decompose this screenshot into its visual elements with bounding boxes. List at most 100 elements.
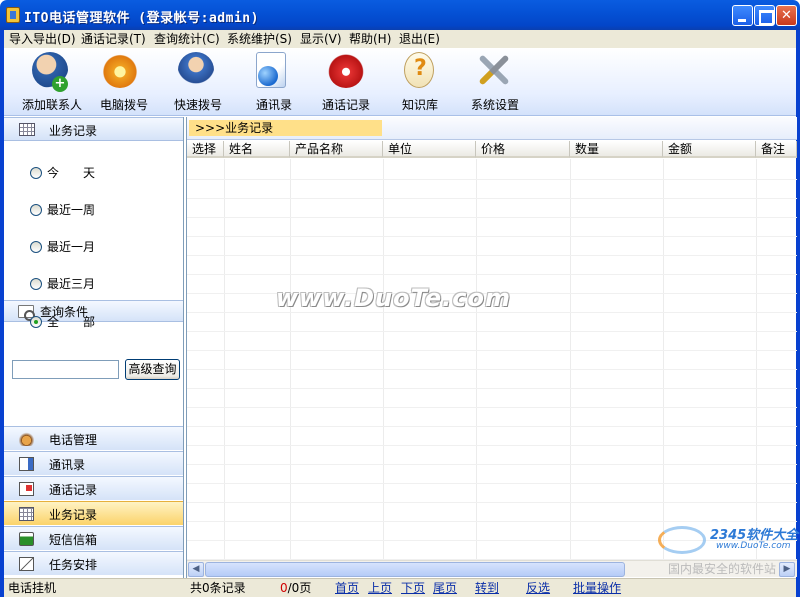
prev-page-link[interactable]: 上页	[368, 580, 392, 596]
column-header-price[interactable]: 价格	[476, 141, 570, 158]
globe-icon	[258, 66, 278, 86]
sidebar-item-label: 通话记录	[49, 483, 98, 497]
table-row-divider	[187, 217, 797, 218]
column-header-unit[interactable]: 单位	[383, 141, 476, 158]
table-row-divider	[187, 255, 797, 256]
settings-label: 系统设置	[471, 98, 520, 112]
menu-help[interactable]: 帮助(H)	[349, 31, 391, 47]
sidebar-item-tasks[interactable]: 任务安排	[4, 551, 183, 575]
table-row-divider	[187, 331, 797, 332]
table-row-divider	[187, 445, 797, 446]
logo-slogan: 国内最安全的软件站	[668, 562, 777, 576]
page-total: /0页	[287, 581, 312, 595]
menu-system[interactable]: 系统维护(S)	[227, 31, 292, 47]
close-button[interactable]	[776, 5, 797, 26]
call-log-label: 通话记录	[322, 98, 371, 112]
batch-operation-link[interactable]: 批量操作	[573, 580, 621, 596]
menu-bar: 导入导出(D) 通话记录(T) 查询统计(C) 系统维护(S) 显示(V) 帮助…	[4, 30, 796, 48]
add-contact-label: 添加联系人	[22, 98, 83, 112]
first-page-link[interactable]: 首页	[335, 580, 359, 596]
pc-dial-label: 电脑拨号	[100, 98, 149, 112]
address-book-icon	[19, 457, 34, 471]
table-row-divider	[187, 369, 797, 370]
telephone-icon	[19, 432, 34, 446]
radio-button[interactable]	[30, 204, 42, 216]
column-header-note[interactable]: 备注	[756, 141, 797, 158]
maximize-button[interactable]	[754, 5, 775, 26]
table-column-divider	[224, 159, 225, 561]
table-row-divider	[187, 483, 797, 484]
radio-button[interactable]	[30, 278, 42, 290]
scroll-thumb[interactable]	[205, 562, 625, 577]
phone-dial-icon	[102, 52, 138, 88]
title-bar: ITO电话管理软件 (登录帐号:admin)	[0, 0, 800, 30]
sidebar-item-business-records[interactable]: 业务记录	[4, 501, 183, 525]
sidebar-item-call-log[interactable]: 通话记录	[4, 476, 183, 500]
grid-icon	[19, 507, 34, 521]
logo-swirl-icon	[658, 526, 706, 554]
search-input[interactable]	[12, 360, 119, 379]
call-log-icon	[19, 482, 34, 496]
next-page-link[interactable]: 下页	[401, 580, 425, 596]
sms-icon	[19, 532, 34, 546]
sidebar-item-label: 短信信箱	[49, 533, 98, 547]
records-header: 业务记录	[4, 117, 183, 141]
app-icon	[6, 7, 20, 23]
table-row-divider	[187, 502, 797, 503]
advanced-query-button[interactable]: 高级查询	[125, 359, 180, 380]
record-count: 共0条记录	[190, 581, 246, 595]
menu-view[interactable]: 显示(V)	[300, 31, 342, 47]
column-header-select[interactable]: 选择	[187, 141, 224, 158]
menu-query-stats[interactable]: 查询统计(C)	[154, 31, 220, 47]
table-row-divider	[187, 179, 797, 180]
toolbar: + 添加联系人 电脑拨号 快速拨号 通讯录 通话记录 ? 知识库 系统设置	[4, 48, 796, 116]
column-header-product[interactable]: 产品名称	[290, 141, 383, 158]
table-column-divider	[570, 159, 571, 561]
goto-page-link[interactable]: 转到	[475, 580, 499, 596]
breadcrumb-bar: >>>业务记录	[187, 117, 797, 140]
radio-button[interactable]	[30, 241, 42, 253]
table-row-divider	[187, 426, 797, 427]
table-column-divider	[476, 159, 477, 561]
table-row-divider	[187, 198, 797, 199]
scroll-right-arrow-icon[interactable]: ▶	[779, 562, 795, 577]
invert-selection-link[interactable]: 反选	[526, 580, 550, 596]
column-header-quantity[interactable]: 数量	[570, 141, 663, 158]
last-page-link[interactable]: 尾页	[433, 580, 457, 596]
menu-import-export[interactable]: 导入导出(D)	[9, 31, 76, 47]
menu-exit[interactable]: 退出(E)	[399, 31, 440, 47]
table-row-divider	[187, 350, 797, 351]
scroll-left-arrow-icon[interactable]: ◀	[188, 562, 204, 577]
window-title: ITO电话管理软件 (登录帐号:admin)	[24, 11, 259, 26]
radio-button-selected[interactable]	[30, 316, 42, 328]
search-icon	[18, 305, 35, 321]
table-row-divider	[187, 388, 797, 389]
records-header-label: 业务记录	[49, 124, 98, 138]
call-log-icon	[328, 52, 364, 88]
table-row-divider	[187, 274, 797, 275]
sidebar-item-address-book[interactable]: 通讯录	[4, 451, 183, 475]
filter-last-month-label: 最近一月	[47, 240, 96, 254]
status-bar: 电话挂机 共0条记录 0/0页 首页 上页 下页 尾页 转到 反选 批量操作	[4, 578, 796, 597]
sidebar-item-label: 通讯录	[49, 458, 86, 472]
quick-dial-icon	[178, 52, 214, 88]
column-header-amount[interactable]: 金额	[663, 141, 756, 158]
main-panel: >>>业务记录 选择 姓名 产品名称 单位 价格 数量 金额 备注 ◀ ▶	[186, 117, 797, 578]
page-indicator: 0/0页	[280, 580, 311, 596]
breadcrumb: >>>业务记录	[189, 120, 382, 136]
sidebar-item-sms[interactable]: 短信信箱	[4, 526, 183, 550]
records-table: 选择 姓名 产品名称 单位 价格 数量 金额 备注	[187, 141, 797, 561]
radio-button[interactable]	[30, 167, 42, 179]
column-header-name[interactable]: 姓名	[224, 141, 290, 158]
plus-icon: +	[52, 76, 68, 92]
sidebar-item-phone-management[interactable]: 电话管理	[4, 426, 183, 450]
table-column-divider	[756, 159, 757, 561]
table-column-divider	[663, 159, 664, 561]
table-row-divider	[187, 521, 797, 522]
filter-today-label: 今 天	[47, 166, 96, 180]
menu-call-log[interactable]: 通话记录(T)	[81, 31, 146, 47]
minimize-button[interactable]	[732, 5, 753, 26]
logo-line2: www.DuoTe.com	[716, 541, 791, 551]
table-row-divider	[187, 464, 797, 465]
site-watermark: www.DuoTe.com	[276, 284, 511, 312]
